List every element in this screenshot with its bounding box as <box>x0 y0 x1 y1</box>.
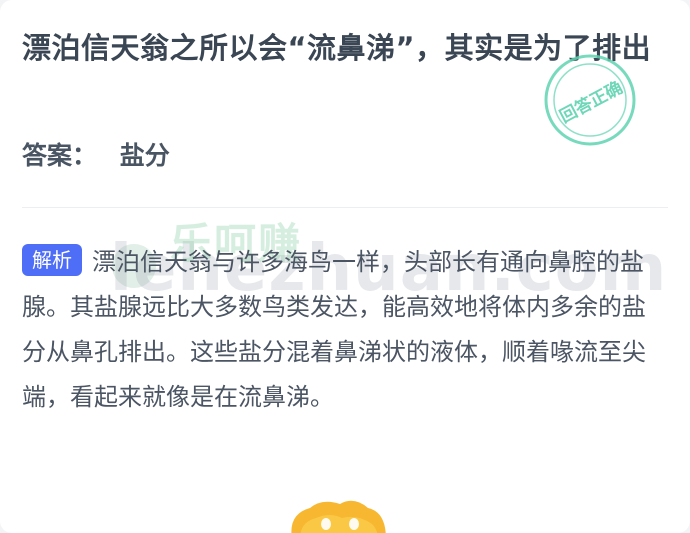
analysis-section: 解析 漂泊信天翁与许多海鸟一样，头部长有通向鼻腔的盐腺。其盐腺远比大多数鸟类发达，… <box>22 240 667 420</box>
question-card: 漂泊信天翁之所以会“流鼻涕”，其实是为了排出 回答正确 答案： 盐分 lehez… <box>0 0 690 533</box>
divider <box>22 207 668 208</box>
analysis-text: 漂泊信天翁与许多海鸟一样，头部长有通向鼻腔的盐腺。其盐腺远比大多数鸟类发达，能高… <box>22 248 646 411</box>
correct-stamp-icon: 回答正确 <box>544 54 636 146</box>
mascot-icon <box>291 500 386 533</box>
stamp-text: 回答正确 <box>556 77 626 127</box>
analysis-badge: 解析 <box>22 244 82 276</box>
answer-row: 答案： 盐分 <box>22 136 170 176</box>
answer-value: 盐分 <box>119 141 170 170</box>
answer-label: 答案： <box>22 141 98 170</box>
